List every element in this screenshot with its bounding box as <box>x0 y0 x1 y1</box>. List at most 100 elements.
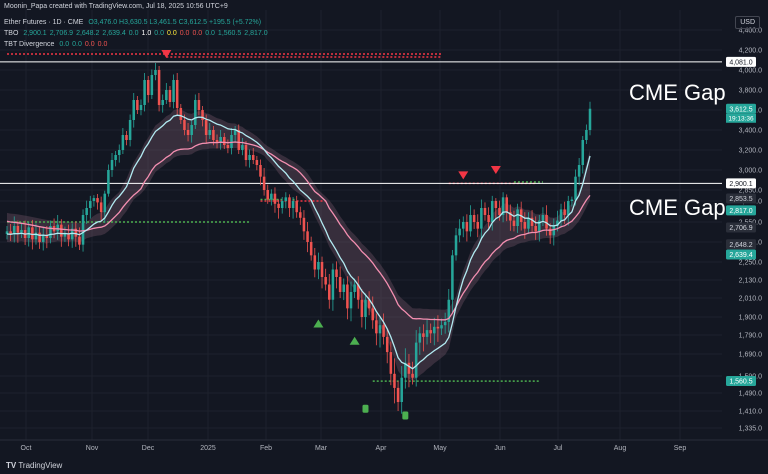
candle-body <box>585 130 588 140</box>
price-label-text: 2,853.5 <box>729 196 752 203</box>
candle-body <box>150 75 154 95</box>
candle-body <box>490 201 494 222</box>
tv-icon: TV <box>6 461 17 470</box>
candle-body <box>309 242 313 256</box>
candle-body <box>342 284 346 292</box>
candle-body <box>161 100 164 105</box>
candle-body <box>371 308 375 321</box>
candle-body <box>172 80 175 102</box>
candle-body <box>67 234 70 240</box>
candle-body <box>451 255 454 300</box>
candle-body <box>360 299 364 317</box>
time-axis[interactable]: Oct Nov Dec 2025 Feb Mar Apr May Jun Jul Aug Sep <box>0 439 768 452</box>
candle-body <box>429 330 432 334</box>
tbt-values: 0.0 0.0 0.0 0.0 <box>59 41 110 48</box>
symbol-row[interactable]: Ether Futures · 1D · CME O3,476.0 H3,630… <box>4 19 264 26</box>
candle-body <box>92 198 96 201</box>
time-tick-label: Dec <box>142 445 155 452</box>
candle-body <box>454 235 458 256</box>
candle-body <box>422 333 425 337</box>
tbo-label[interactable]: TBO <box>4 30 18 37</box>
candle-body <box>581 140 585 165</box>
candle-body <box>396 387 400 402</box>
candle-body <box>378 325 382 334</box>
candle-body <box>331 269 335 300</box>
candle-body <box>154 70 157 75</box>
candle-body <box>291 201 295 208</box>
candle-body <box>266 190 269 200</box>
candle-body <box>197 100 201 110</box>
candle-body <box>313 255 317 270</box>
candle-body <box>512 220 516 226</box>
time-tick-label: Mar <box>315 445 328 452</box>
candle-body <box>440 325 443 329</box>
currency-badge[interactable]: USD <box>735 16 760 29</box>
candle-body <box>38 232 41 242</box>
tbo-value: 0.0 <box>192 30 203 37</box>
candle-body <box>570 199 574 201</box>
candle-body <box>251 155 255 160</box>
candle-body <box>107 170 110 194</box>
tbo-value: 0.0 <box>205 30 215 37</box>
candle-body <box>128 120 132 140</box>
price-tick-label: 1,790.0 <box>739 333 762 340</box>
candle-body <box>99 202 103 213</box>
price-tick-label: 2,250.0 <box>739 260 762 267</box>
candle-body <box>63 234 67 237</box>
candle-body <box>117 150 121 155</box>
price-tick-label: 1,690.0 <box>739 352 762 359</box>
tbt-value: 0.0 <box>84 41 95 48</box>
tbo-value: 2,817.0 <box>244 30 268 37</box>
tradingview-logo[interactable]: TV TradingView <box>6 461 62 470</box>
candle-body <box>498 208 501 215</box>
candle-body <box>183 120 186 130</box>
sell-signal-marker <box>161 50 172 58</box>
candle-body <box>364 299 367 317</box>
candle-body <box>483 208 487 215</box>
price-axis[interactable]: 1,335.01,410.01,490.01,590.01,690.01,790… <box>722 0 768 455</box>
candle-body <box>222 137 226 145</box>
candle-body <box>476 222 480 229</box>
candle-body <box>302 217 306 232</box>
candle-body <box>136 100 139 110</box>
candle-body <box>461 222 465 229</box>
time-tick-label: 2025 <box>200 445 216 452</box>
time-tick-label: Apr <box>376 445 388 452</box>
candle-body <box>139 105 143 110</box>
candle-body <box>146 80 150 95</box>
candle-body <box>338 277 342 292</box>
tbt-label[interactable]: TBT Divergence <box>4 41 54 48</box>
candle-body <box>284 197 288 201</box>
candle-body <box>425 330 429 337</box>
signal-levels <box>7 53 543 382</box>
tradingview-wordmark: TradingView <box>18 461 63 470</box>
candle-body <box>320 262 324 277</box>
candle-body <box>194 100 197 125</box>
candle-body <box>328 284 331 300</box>
candle-body <box>458 228 461 236</box>
candle-body <box>346 284 349 309</box>
price-label-text: 2,817.0 <box>729 208 752 215</box>
candle-body <box>103 193 107 213</box>
candle-body <box>132 100 136 120</box>
candle-body <box>577 165 581 177</box>
candle-body <box>270 193 273 200</box>
candle-body <box>204 120 208 135</box>
tbt-row[interactable]: TBT Divergence 0.0 0.0 0.0 0.0 <box>4 41 113 48</box>
candle-body <box>244 145 248 160</box>
candle-body <box>230 135 233 148</box>
candle-body <box>262 176 266 190</box>
candle-body <box>280 201 284 208</box>
price-chart[interactable]: 1,335.01,410.01,490.01,590.01,690.01,790… <box>0 0 768 474</box>
candle-body <box>288 197 291 208</box>
candle-body <box>143 80 146 105</box>
symbol-name[interactable]: Ether Futures · 1D · CME <box>4 19 83 26</box>
time-tick-label: Jul <box>554 445 563 452</box>
price-label-text: 4,081.0 <box>729 59 752 66</box>
candle-body <box>208 130 212 135</box>
candle-body <box>237 130 241 150</box>
candle-body <box>563 209 566 215</box>
tbo-row[interactable]: TBO 2,900.1 2,706.9 2,648.2 2,639.4 0.0 1.0 0.… <box>4 30 274 37</box>
candle-body <box>16 226 20 233</box>
time-tick-label: Nov <box>86 445 99 452</box>
